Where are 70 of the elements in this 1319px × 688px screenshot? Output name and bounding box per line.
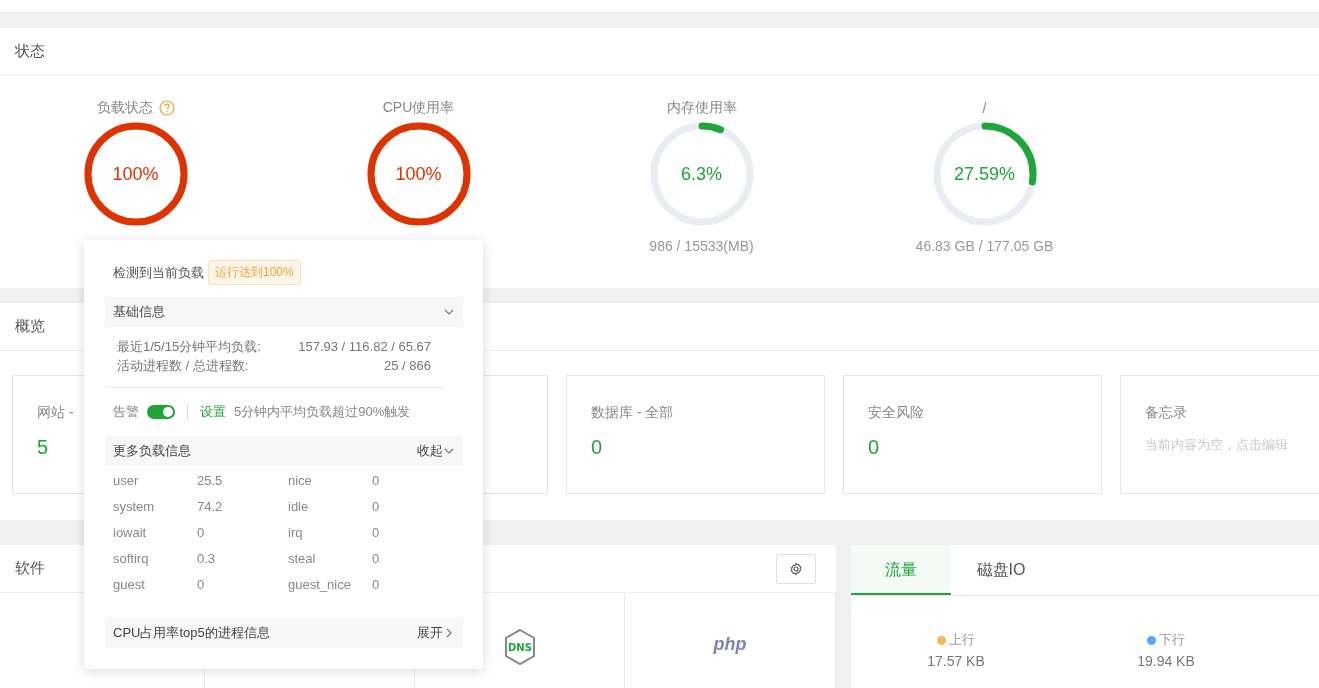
gauge-label: 负载状态 (96, 99, 153, 117)
section-title: 更多负载信息 (113, 442, 191, 460)
traffic-value: 17.57 KB (927, 653, 985, 669)
legend-label: 上行 (949, 631, 975, 649)
overview-card[interactable]: 安全风险 0 (843, 375, 1102, 494)
load-cell-text: iowait (113, 524, 148, 542)
load-cell-text: 0 (372, 576, 381, 594)
gauge-value: 100% (112, 163, 159, 185)
section-header[interactable]: 更多负载信息 收起 (105, 436, 463, 466)
gauge-detail: 986 / 15533(MB) (649, 238, 754, 254)
gauge-value: 27.59% (953, 163, 1016, 185)
gauge-label: CPU使用率 (382, 99, 455, 117)
load-cell-text: guest_nice (288, 576, 352, 594)
card-value: 5 (37, 436, 49, 459)
collapse-link[interactable]: 收起 (417, 442, 443, 460)
load-cell-text: 0 (372, 524, 381, 542)
load-cell-text: 74.2 (197, 498, 224, 516)
load-cell-text: steal (288, 550, 317, 568)
load-cell-text: irq (288, 524, 304, 542)
overview-card[interactable]: 数据库 - 全部 0 (566, 375, 825, 494)
settings-button[interactable] (776, 553, 816, 584)
section-title: CPU占用率top5的进程信息 (113, 624, 270, 642)
section-header[interactable]: CPU占用率top5的进程信息 展开 (105, 618, 463, 648)
load-cell-text: 25.5 (197, 472, 224, 490)
load-cell-text: idle (288, 498, 310, 516)
section-title: 基础信息 (113, 303, 165, 321)
card-value: 0 (868, 436, 880, 459)
card-label: 数据库 - 全部 (591, 404, 674, 422)
gauge-label: 内存使用率 (666, 99, 737, 117)
gauge-label: / (982, 100, 987, 116)
panel-title: 概览 (15, 317, 45, 336)
gauge-value: 6.3% (681, 163, 722, 185)
alarm-label: 告警 (113, 403, 139, 421)
alarm-toggle[interactable] (147, 405, 175, 419)
section-header[interactable]: 基础信息 (105, 297, 463, 327)
load-cell-text: 0 (372, 550, 381, 568)
load-cell-text: softirq (113, 550, 150, 568)
panel-title: 状态 (15, 42, 45, 61)
load-cell-text: 0 (372, 498, 381, 516)
load-cell-text: nice (288, 472, 313, 490)
gauge-value: 100% (395, 163, 442, 185)
load-cell-text: user (113, 472, 140, 490)
info-label: 最近1/5/15分钟平均负载: (117, 338, 261, 356)
load-cell-text: guest (113, 576, 146, 594)
status-badge: 运行达到100% (208, 260, 301, 285)
info-value: 25 / 866 (384, 357, 431, 375)
php-logo[interactable]: php (713, 634, 747, 655)
card-label: 安全风险 (868, 404, 924, 422)
settings-icon (789, 561, 803, 576)
settings-link[interactable]: 设置 (200, 403, 226, 421)
info-label: 活动进程数 / 总进程数: (117, 357, 249, 375)
tab[interactable]: 流量 (851, 545, 951, 595)
card-value: 0 (591, 436, 603, 459)
load-cell-text: system (113, 498, 156, 516)
load-cell-text: 0.3 (197, 550, 217, 568)
traffic-value: 19.94 KB (1137, 653, 1195, 669)
legend-label: 下行 (1159, 631, 1185, 649)
info-value: 157.93 / 116.82 / 65.67 (298, 338, 431, 356)
popover-heading: 检测到当前负载 (113, 263, 204, 282)
load-cell-text: 0 (372, 472, 381, 490)
help-icon[interactable] (158, 100, 175, 116)
load-cell-text: 0 (197, 524, 206, 542)
card-label: 备忘录 (1145, 404, 1187, 422)
panel-title: 软件 (15, 559, 45, 578)
gauge-detail: 46.83 GB / 177.05 GB (915, 238, 1054, 254)
alarm-rule: 5分钟内平均负载超过90%触发 (234, 403, 411, 421)
expand-link[interactable]: 展开 (417, 624, 443, 642)
card-label: 网站 - (37, 404, 74, 422)
dns-icon[interactable]: DNS (502, 628, 537, 666)
load-cell-text: 0 (197, 576, 206, 594)
